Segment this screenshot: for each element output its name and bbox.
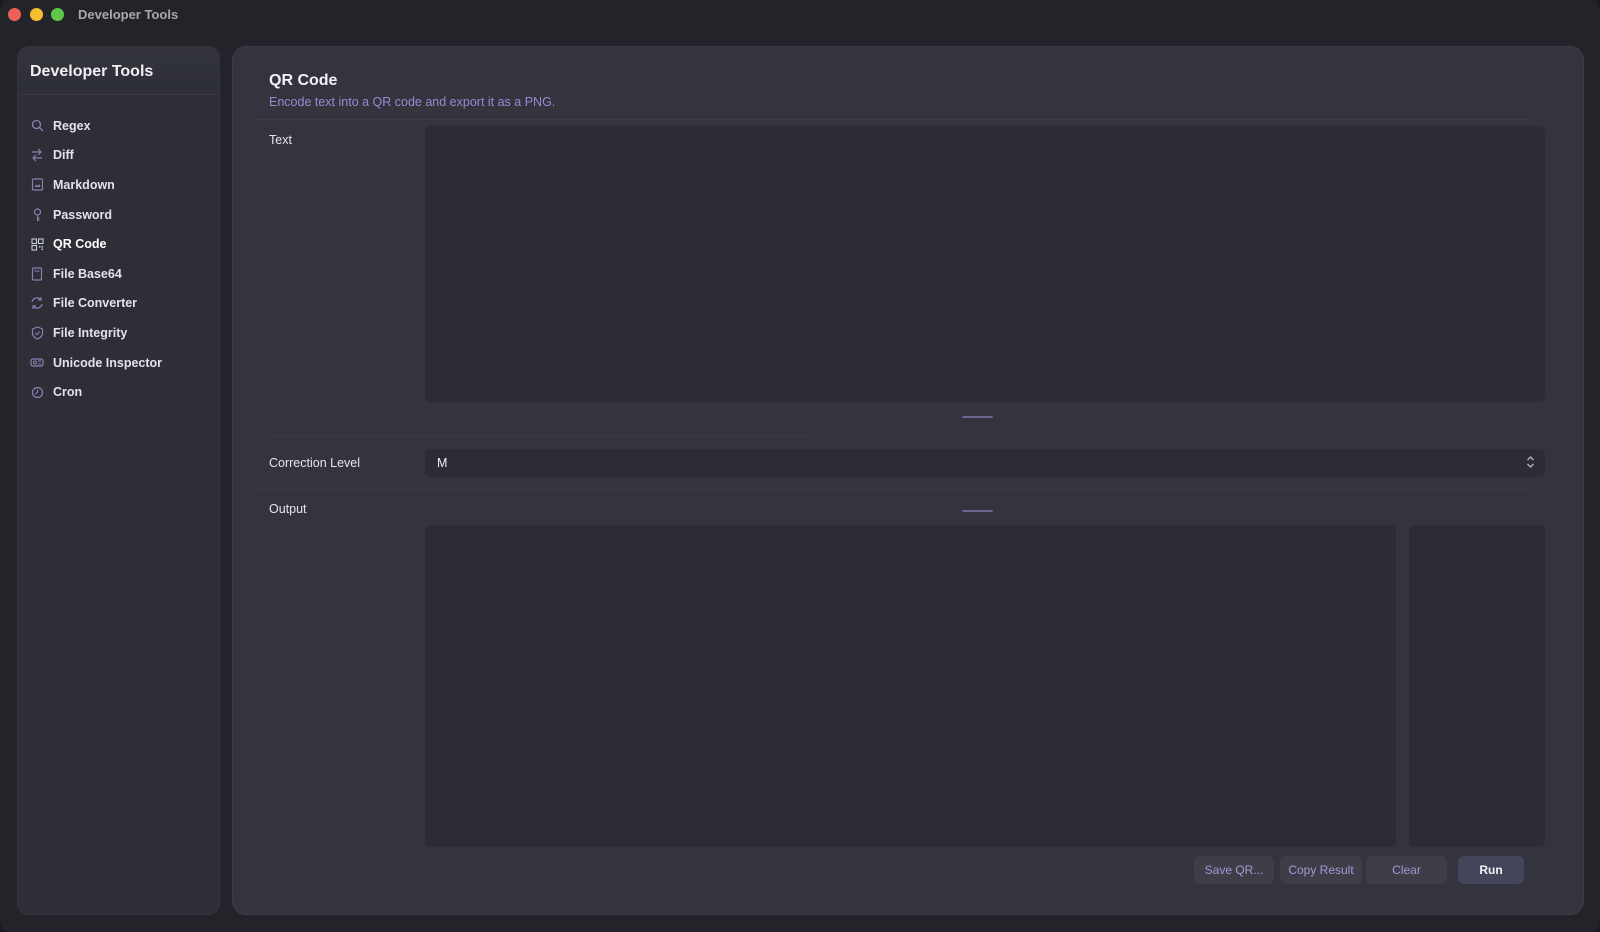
- maximize-window-button[interactable]: [51, 8, 64, 21]
- document-image-icon: [30, 178, 44, 192]
- sidebar-title: Developer Tools: [30, 63, 154, 80]
- sidebar-item-markdown[interactable]: Markdown: [18, 170, 219, 200]
- swap-arrows-icon: [30, 148, 44, 162]
- output-resize-handle[interactable]: [962, 510, 993, 512]
- refresh-icon: [30, 296, 44, 310]
- clear-button[interactable]: Clear: [1366, 856, 1447, 884]
- sidebar-item-file-converter[interactable]: File Converter: [18, 289, 219, 319]
- sidebar-item-label: Unicode Inspector: [53, 355, 163, 370]
- sidebar-item-label: File Integrity: [53, 325, 128, 340]
- sidebar-item-password[interactable]: Password: [18, 200, 219, 230]
- sidebar-item-label: File Converter: [53, 296, 138, 311]
- sidebar-item-cron[interactable]: Cron: [18, 377, 219, 407]
- page-title: QR Code: [269, 72, 338, 89]
- minimize-window-button[interactable]: [30, 8, 43, 21]
- correction-level-select[interactable]: M: [425, 449, 1545, 477]
- correction-level-value: M: [437, 456, 448, 470]
- sidebar-item-label: Cron: [53, 385, 83, 400]
- sidebar-item-label: Diff: [53, 148, 74, 163]
- sidebar-item-label: QR Code: [53, 237, 107, 252]
- search-icon: [30, 119, 44, 133]
- divider: [269, 435, 809, 436]
- output-text-area[interactable]: [425, 525, 1396, 847]
- sidebar-item-label: Regex: [53, 118, 91, 133]
- output-label: Output: [269, 502, 307, 516]
- divider: [257, 119, 1529, 120]
- text-input[interactable]: [425, 126, 1545, 402]
- sidebar-item-unicode-inspector[interactable]: Unicode Inspector: [18, 348, 219, 378]
- shield-icon: [30, 326, 44, 340]
- sidebar-item-file-base64[interactable]: File Base64: [18, 259, 219, 289]
- character-icon: [30, 356, 44, 370]
- sidebar: Developer Tools Regex Diff Markdown Pass…: [17, 46, 220, 915]
- divider: [257, 489, 1529, 490]
- sidebar-nav: Regex Diff Markdown Password QR Code Fil…: [18, 111, 219, 407]
- sidebar-item-qr-code[interactable]: QR Code: [18, 229, 219, 259]
- sidebar-item-file-integrity[interactable]: File Integrity: [18, 318, 219, 348]
- text-resize-handle[interactable]: [962, 416, 993, 418]
- chevron-up-down-icon: [1526, 455, 1535, 469]
- sidebar-item-diff[interactable]: Diff: [18, 141, 219, 171]
- save-qr-button[interactable]: Save QR...: [1194, 856, 1274, 884]
- file-icon: [30, 267, 44, 281]
- close-window-button[interactable]: [8, 8, 21, 21]
- sidebar-item-regex[interactable]: Regex: [18, 111, 219, 141]
- window-title: Developer Tools: [78, 7, 179, 22]
- title-bar: Developer Tools: [0, 0, 1600, 30]
- clock-icon: [30, 385, 44, 399]
- sidebar-item-label: Password: [53, 207, 113, 222]
- app-window: Developer Tools Developer Tools Regex Di…: [0, 0, 1600, 932]
- run-button[interactable]: Run: [1458, 856, 1524, 884]
- sidebar-item-label: File Base64: [53, 266, 122, 281]
- key-icon: [30, 207, 44, 222]
- main-panel: QR Code Encode text into a QR code and e…: [232, 46, 1584, 915]
- text-label: Text: [269, 133, 292, 147]
- qr-preview-panel: [1409, 525, 1545, 847]
- page-subtitle: Encode text into a QR code and export it…: [269, 95, 556, 109]
- sidebar-item-label: Markdown: [53, 177, 115, 192]
- correction-level-label: Correction Level: [269, 456, 361, 470]
- copy-result-button[interactable]: Copy Result: [1280, 856, 1362, 884]
- sidebar-header: Developer Tools: [18, 47, 219, 95]
- qr-code-icon: [30, 237, 44, 251]
